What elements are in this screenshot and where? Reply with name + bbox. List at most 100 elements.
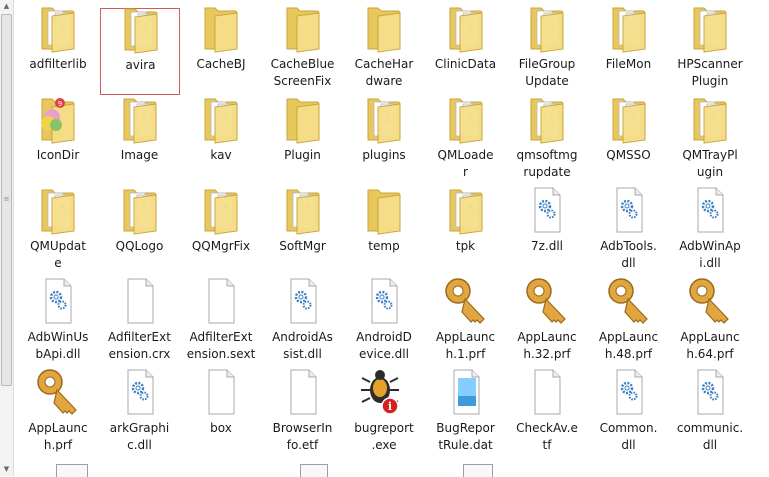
file-item-label: plugins <box>362 148 406 162</box>
file-item[interactable]: AdbWinAp i.dll <box>670 184 750 271</box>
file-item-label: 7z.dll <box>530 239 564 253</box>
folder-docs-icon <box>438 93 494 145</box>
folder-docs-icon <box>438 184 494 236</box>
blank-file-icon <box>193 366 249 418</box>
dll-file-icon <box>30 275 86 327</box>
file-item[interactable]: plugins <box>344 93 424 180</box>
file-item[interactable]: FileGroup Update <box>507 2 587 89</box>
file-item-label: AndroidD evice.dll <box>356 330 412 361</box>
file-item[interactable]: qmsoftmg rupdate <box>507 93 587 180</box>
folder-docs-icon <box>519 2 575 54</box>
folder-icon <box>193 2 249 54</box>
folder-docs-icon <box>438 2 494 54</box>
file-item[interactable]: BugRepor tRule.dat <box>426 366 506 453</box>
file-item-label: CacheBlue ScreenFix <box>270 57 335 88</box>
file-item-label: QMLoade r <box>437 148 494 179</box>
file-item[interactable]: AppLaunc h.1.prf <box>426 275 506 362</box>
file-item[interactable]: kav <box>181 93 261 180</box>
file-item-label: CacheBJ <box>196 57 246 71</box>
blank-file-icon <box>112 275 168 327</box>
file-item[interactable]: AdbWinUs bApi.dll <box>18 275 98 362</box>
file-item[interactable]: AppLaunc h.prf <box>18 366 98 453</box>
scroll-up-arrow-icon[interactable]: ▲ <box>0 0 13 13</box>
file-item[interactable]: HPScanner Plugin <box>670 2 750 89</box>
file-item-label: HPScanner Plugin <box>677 57 743 88</box>
folder-docs-icon <box>356 93 412 145</box>
file-item[interactable]: AdbTools. dll <box>589 184 669 271</box>
key-icon <box>438 275 494 327</box>
file-item[interactable]: SoftMgr <box>263 184 343 271</box>
folder-docs-icon <box>193 93 249 145</box>
file-item[interactable]: arkGraphi c.dll <box>100 366 180 453</box>
file-item[interactable]: Common. dll <box>589 366 669 453</box>
file-item[interactable]: CacheBlue ScreenFix <box>263 2 343 89</box>
file-item[interactable]: AppLaunc h.64.prf <box>670 275 750 362</box>
folder-docs-icon <box>112 93 168 145</box>
folder-icon <box>275 2 331 54</box>
file-item-label: bugreport .exe <box>354 421 414 452</box>
file-item-label: Common. dll <box>599 421 658 452</box>
file-item[interactable]: temp <box>344 184 424 271</box>
file-icon-grid: adfilterlib avira CacheBJ CacheBlue ScreenFi… <box>18 0 769 476</box>
file-item[interactable]: BrowserIn fo.etf <box>263 366 343 453</box>
file-item-label: SoftMgr <box>279 239 326 253</box>
file-item[interactable]: QMSSO <box>589 93 669 180</box>
dll-file-icon <box>356 275 412 327</box>
file-item-label: AppLaunc h.prf <box>28 421 88 452</box>
file-item[interactable]: 9 IconDir <box>18 93 98 180</box>
dll-file-icon <box>112 366 168 418</box>
file-item-label: qmsoftmg rupdate <box>516 148 578 179</box>
scroll-down-arrow-icon[interactable]: ▼ <box>0 463 13 476</box>
file-item-label: adfilterlib <box>29 57 87 71</box>
file-item[interactable]: AppLaunc h.32.prf <box>507 275 587 362</box>
folder-docs-icon <box>275 184 331 236</box>
file-item[interactable]: QQLogo <box>100 184 180 271</box>
file-item[interactable]: FileMon <box>589 2 669 89</box>
file-item[interactable]: CacheHar dware <box>344 2 424 89</box>
file-item[interactable]: AdfilterExt ension.sext <box>181 275 261 362</box>
file-item[interactable]: AdfilterExt ension.crx <box>100 275 180 362</box>
file-item[interactable]: box <box>181 366 261 453</box>
scroll-grip-icon: ≡ <box>3 195 10 203</box>
file-item-label: AdbWinAp i.dll <box>679 239 741 270</box>
file-item[interactable]: QMLoade r <box>426 93 506 180</box>
folder-docs-icon <box>601 2 657 54</box>
file-item[interactable]: AndroidD evice.dll <box>344 275 424 362</box>
file-item[interactable]: QQMgrFix <box>181 184 261 271</box>
file-item[interactable]: Image <box>100 93 180 180</box>
folder-docs-icon <box>601 93 657 145</box>
vertical-scrollbar[interactable]: ▲ ≡ ▼ <box>0 0 14 476</box>
file-item[interactable]: avira <box>99 8 180 95</box>
file-item[interactable]: adfilterlib <box>18 2 98 89</box>
scroll-thumb[interactable]: ≡ <box>1 14 12 386</box>
file-item[interactable]: ClinicData <box>426 2 506 89</box>
folder-docs-icon <box>30 184 86 236</box>
file-item[interactable]: QMUpdat e <box>18 184 98 271</box>
file-item-label: QMUpdat e <box>30 239 86 270</box>
file-item[interactable]: AppLaunc h.48.prf <box>589 275 669 362</box>
file-item[interactable]: Plugin <box>263 93 343 180</box>
file-item[interactable]: 7z.dll <box>507 184 587 271</box>
partial-next-row-item[interactable] <box>463 464 493 477</box>
file-item[interactable]: tpk <box>426 184 506 271</box>
key-icon <box>30 366 86 418</box>
file-item[interactable]: CacheBJ <box>181 2 261 89</box>
file-item[interactable]: communic. dll <box>670 366 750 453</box>
file-item[interactable]: AndroidAs sist.dll <box>263 275 343 362</box>
partial-next-row-item[interactable] <box>56 464 88 477</box>
file-item-label: BrowserIn fo.etf <box>272 421 333 452</box>
file-item[interactable]: CheckAv.e tf <box>507 366 587 453</box>
key-icon <box>601 275 657 327</box>
folder-icon <box>275 93 331 145</box>
partial-next-row-item[interactable] <box>300 464 328 477</box>
folder-icon-badge-icon: 9 <box>30 93 86 145</box>
file-item-label: temp <box>368 239 400 253</box>
blank-file-icon <box>275 366 331 418</box>
folder-icon <box>356 2 412 54</box>
folder-docs-icon <box>682 2 738 54</box>
file-item-label: AppLaunc h.64.prf <box>680 330 740 361</box>
file-item[interactable]: i bugreport .exe <box>344 366 424 453</box>
file-item-label: AndroidAs sist.dll <box>272 330 333 361</box>
folder-docs-icon <box>682 93 738 145</box>
file-item[interactable]: QMTrayPl ugin <box>670 93 750 180</box>
